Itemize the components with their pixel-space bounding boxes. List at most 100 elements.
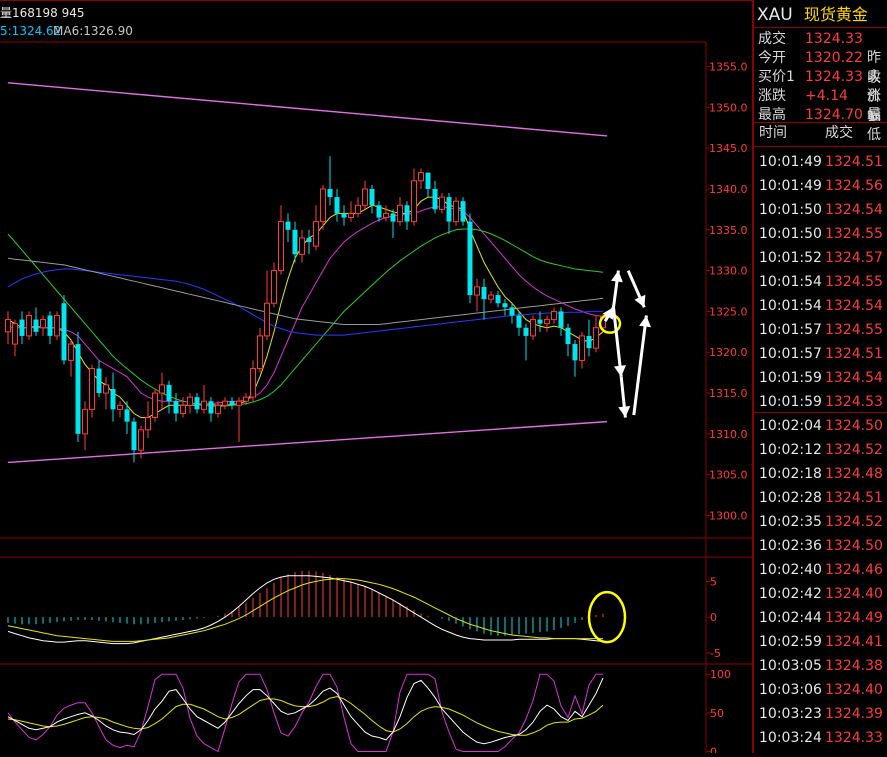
candle-body xyxy=(495,295,501,304)
candle-body xyxy=(19,319,25,336)
tick-price: 1324.51 xyxy=(825,490,883,506)
candle xyxy=(460,197,466,226)
candle-body xyxy=(75,344,81,434)
tick-row[interactable]: 10:01:57 1324.55 xyxy=(754,318,887,342)
tick-price: 1324.56 xyxy=(825,178,883,194)
tick-row[interactable]: 10:02:36 1324.50 xyxy=(754,534,887,558)
candle xyxy=(509,303,515,324)
tick-time: 10:01:59 xyxy=(759,394,822,410)
candle-body xyxy=(327,188,333,198)
quote-row: 涨跌 +4.14 涨幅 xyxy=(754,86,887,124)
divider xyxy=(754,146,887,147)
tick-row[interactable]: 10:02:44 1324.49 xyxy=(754,606,887,630)
candle-body xyxy=(61,303,67,361)
y-tick-label: 1315.0 xyxy=(709,387,748,400)
candle-body xyxy=(348,212,354,219)
tick-row[interactable]: 10:02:28 1324.51 xyxy=(754,486,887,510)
tick-price: 1324.54 xyxy=(825,202,883,218)
candle-body xyxy=(257,335,263,370)
tick-row[interactable]: 10:01:54 1324.55 xyxy=(754,270,887,294)
tick-row[interactable]: 10:01:59 1324.54 xyxy=(754,366,887,390)
candle-body xyxy=(537,319,543,324)
quote-panel: XAU 现货黄金 成交 1324.33 今开 1320.22 昨收 买价1 1324.33 卖… xyxy=(752,0,887,753)
candle-body xyxy=(187,396,193,406)
candle-body xyxy=(565,327,571,345)
candle xyxy=(418,168,424,189)
tick-time: 10:01:54 xyxy=(759,274,822,290)
candle-body xyxy=(411,180,417,223)
candle xyxy=(586,319,592,357)
candle xyxy=(348,201,354,222)
candle-body xyxy=(579,335,585,361)
candle xyxy=(96,360,102,398)
tick-row[interactable]: 10:01:52 1324.57 xyxy=(754,246,887,270)
tick-row[interactable]: 10:03:24 1324.33 xyxy=(754,726,887,750)
tick-row[interactable]: 10:01:54 1324.54 xyxy=(754,294,887,318)
candle xyxy=(579,331,585,369)
tick-row[interactable]: 10:01:49 1324.56 xyxy=(754,174,887,198)
candle xyxy=(439,193,445,214)
symbol-label: XAU xyxy=(757,5,793,25)
quote-row: 成交 1324.33 xyxy=(754,29,887,49)
candle xyxy=(194,393,200,414)
candle-body xyxy=(89,368,95,410)
tick-row[interactable]: 10:02:04 1324.50 xyxy=(754,414,887,438)
candle-body xyxy=(271,270,277,304)
candle-body xyxy=(369,188,375,206)
candle xyxy=(152,388,158,422)
y-tick-label: 0 xyxy=(710,745,717,753)
candle xyxy=(572,339,578,377)
tick-row[interactable]: 10:01:59 1324.53 xyxy=(754,390,887,414)
tick-row[interactable]: 10:02:40 1324.46 xyxy=(754,558,887,582)
tick-time: 10:01:57 xyxy=(759,322,822,338)
y-tick-label: 1335.0 xyxy=(709,224,748,237)
arrow-shaft xyxy=(632,315,648,416)
tick-row[interactable]: 10:03:05 1324.38 xyxy=(754,654,887,678)
candle-body xyxy=(418,172,424,182)
candle-body xyxy=(432,188,438,210)
tick-row[interactable]: 10:01:50 1324.55 xyxy=(754,222,887,246)
candle xyxy=(537,311,543,332)
tick-time: 10:02:59 xyxy=(759,634,822,650)
candle-body xyxy=(215,404,221,414)
candle xyxy=(264,270,270,340)
tick-row[interactable]: 10:01:57 1324.51 xyxy=(754,342,887,366)
trendline xyxy=(7,82,608,137)
tick-row[interactable]: 10:02:42 1324.40 xyxy=(754,582,887,606)
tick-row[interactable]: 10:02:59 1324.41 xyxy=(754,630,887,654)
tick-row[interactable]: 10:02:18 1324.48 xyxy=(754,462,887,486)
kdj-d-line xyxy=(7,696,604,736)
candle-body xyxy=(12,323,18,345)
tick-row[interactable]: 10:01:50 1324.54 xyxy=(754,198,887,222)
candle-body xyxy=(124,409,130,422)
tick-price: 1324.50 xyxy=(825,538,883,554)
candle-body xyxy=(488,294,494,300)
candle xyxy=(551,307,557,324)
candle xyxy=(47,311,53,345)
tick-row[interactable]: 10:01:49 1324.51 xyxy=(754,150,887,174)
candle-body xyxy=(383,212,389,219)
candle xyxy=(502,299,508,316)
candle-body xyxy=(138,429,144,451)
candle xyxy=(54,311,60,340)
candle-body xyxy=(110,388,116,410)
candle-body xyxy=(341,213,347,218)
candle-body xyxy=(509,307,515,316)
candle xyxy=(26,311,32,340)
tick-row[interactable]: 10:03:06 1324.40 xyxy=(754,678,887,702)
candle-body xyxy=(145,417,151,431)
candle-body xyxy=(544,319,550,325)
candle-body xyxy=(572,344,578,361)
instrument-name: 现货黄金 xyxy=(803,5,868,24)
candle-body xyxy=(285,221,291,230)
candle-body xyxy=(362,188,368,206)
candle-body xyxy=(453,200,459,223)
tick-row[interactable]: 10:02:35 1324.52 xyxy=(754,510,887,534)
tick-row[interactable]: 10:02:12 1324.52 xyxy=(754,438,887,462)
candle-body xyxy=(439,196,445,210)
candle xyxy=(215,401,221,418)
tick-row[interactable]: 10:03:23 1324.39 xyxy=(754,702,887,726)
candle-body xyxy=(117,404,123,410)
candle-body xyxy=(523,327,529,336)
y-tick-label: 1330.0 xyxy=(709,265,748,278)
